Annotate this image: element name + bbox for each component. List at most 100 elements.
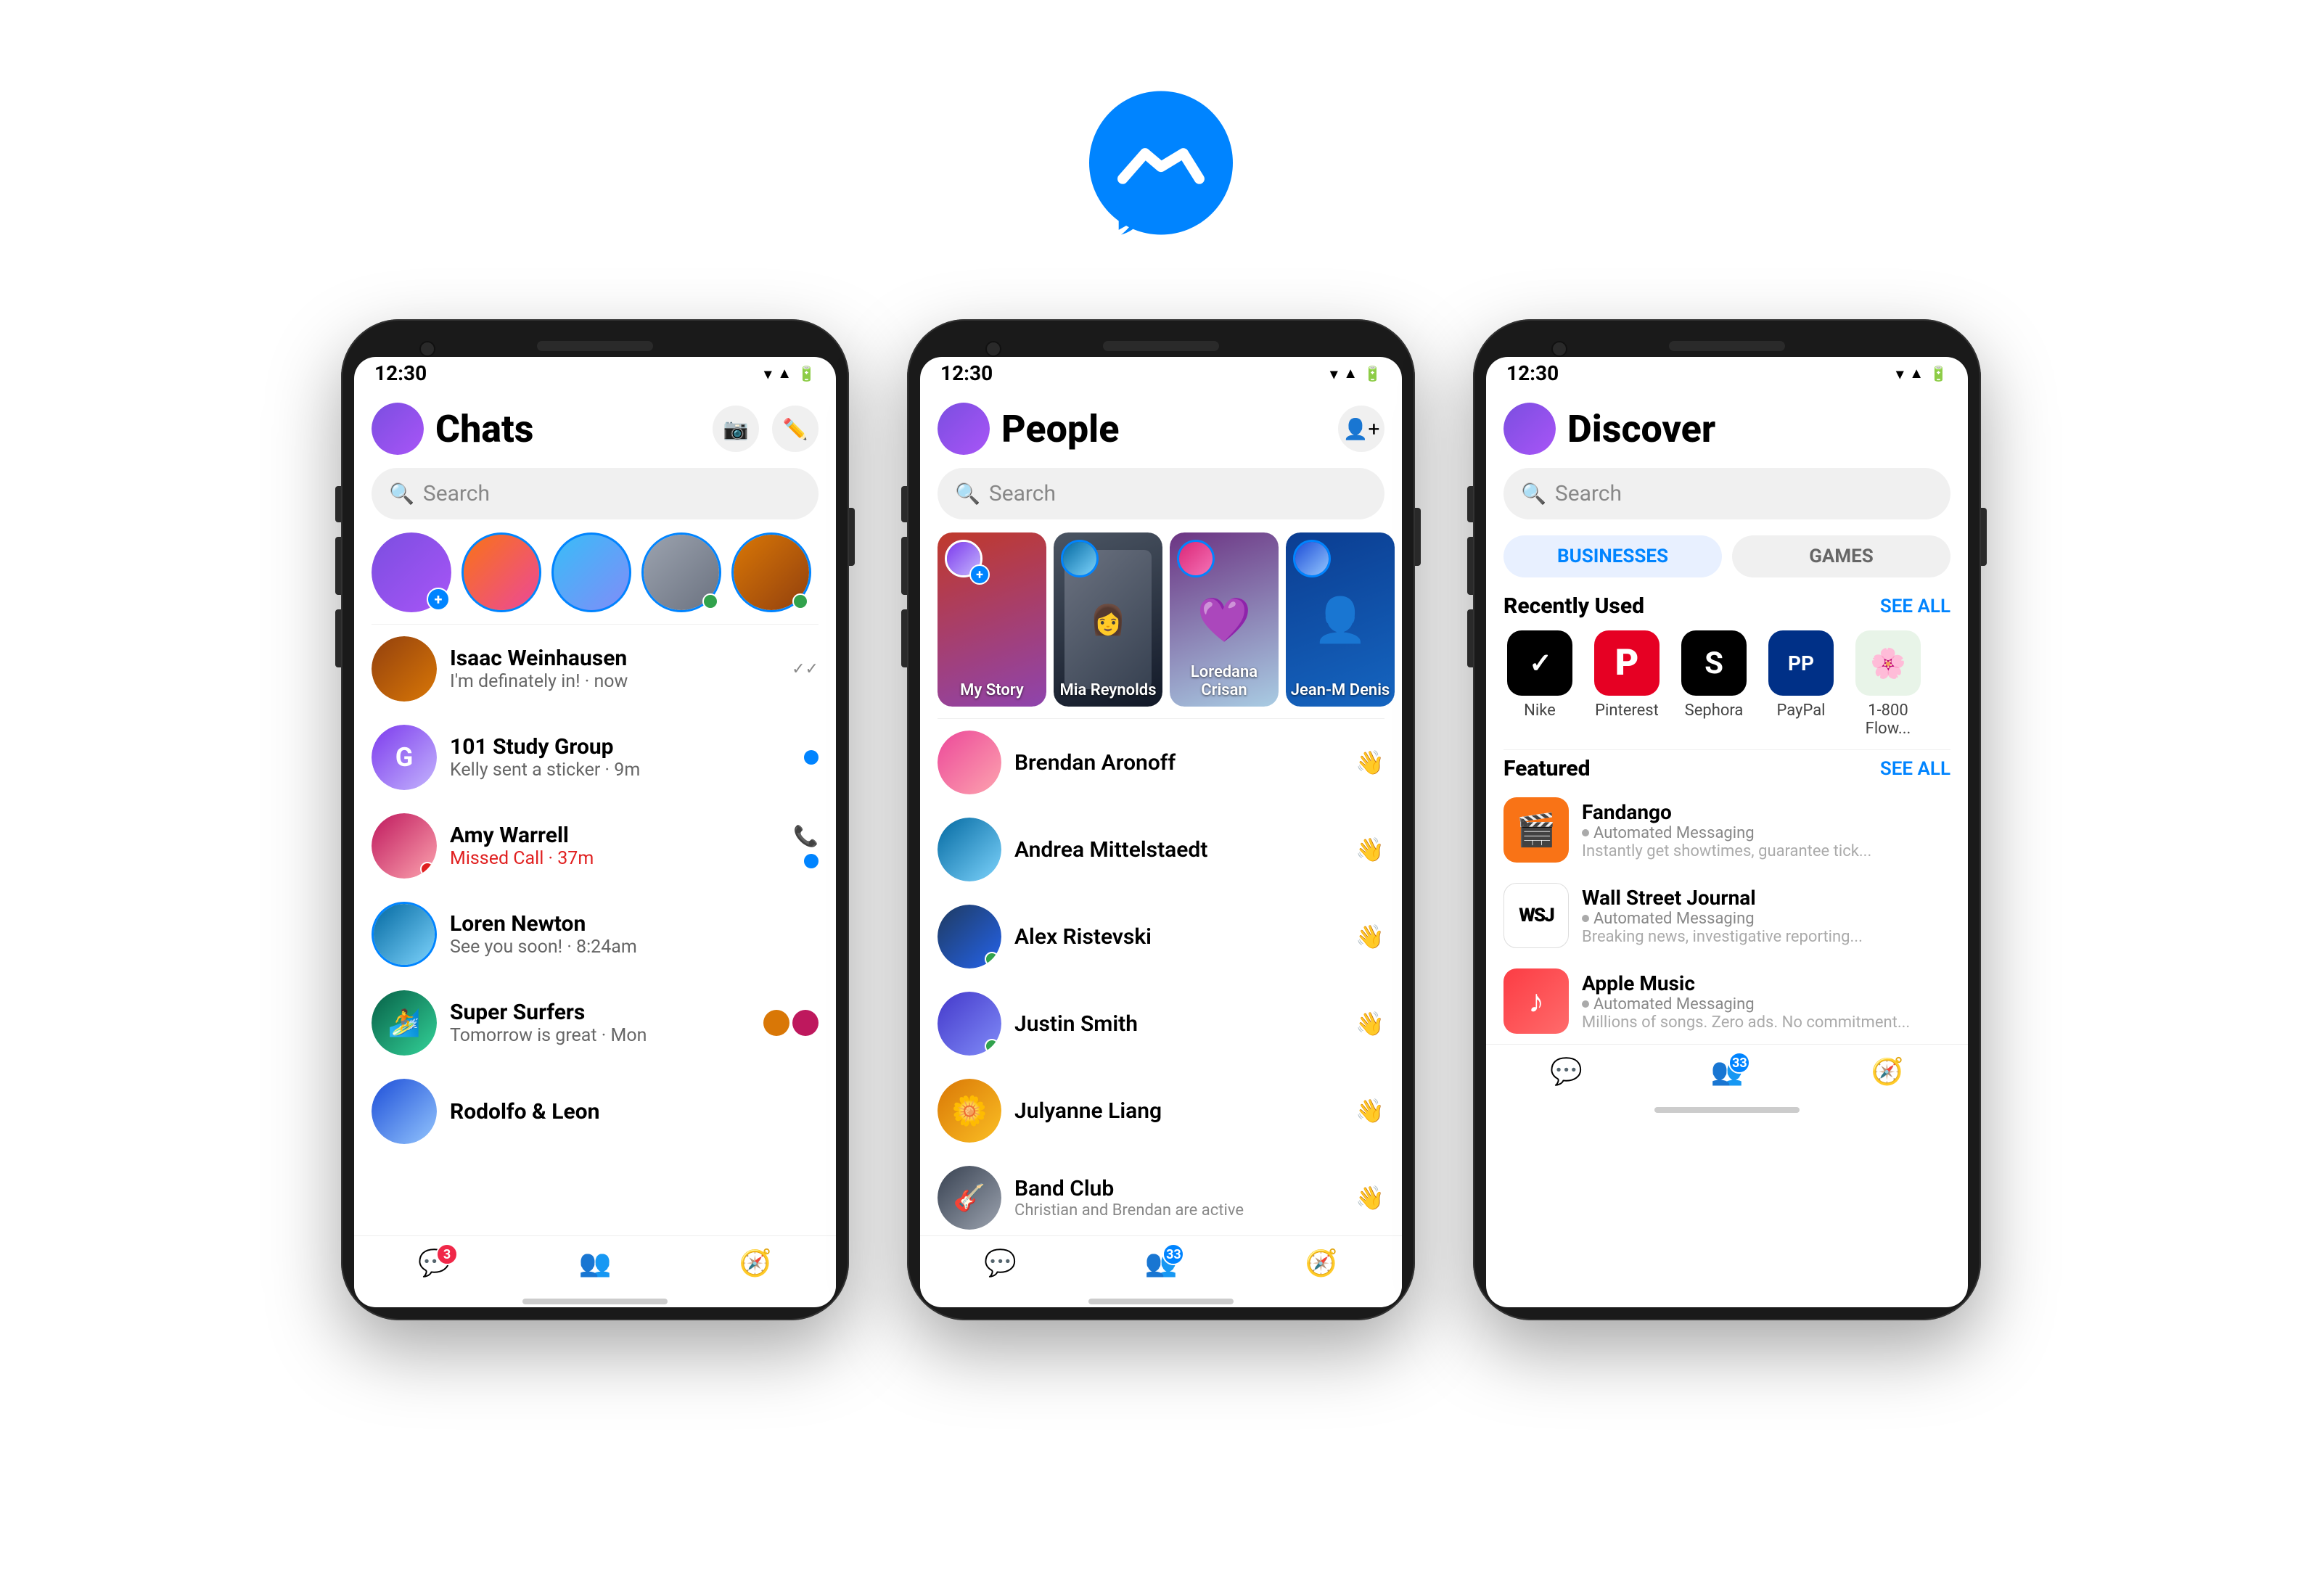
- add-friend-button[interactable]: 👤+: [1338, 406, 1384, 452]
- chat-item-isaac[interactable]: Isaac Weinhausen I'm definately in! · no…: [354, 625, 836, 713]
- search-icon-3: 🔍: [1521, 482, 1546, 506]
- app-nike[interactable]: ✓ Nike: [1503, 630, 1576, 738]
- nav-people[interactable]: 👥: [579, 1248, 612, 1278]
- avatar-alex: [938, 905, 1001, 968]
- name-andrea: Andrea Mittelstaedt: [1014, 837, 1342, 863]
- user-avatar-2[interactable]: [938, 403, 990, 455]
- phone-icon: 📞: [793, 824, 819, 848]
- nav-discover-3[interactable]: 🧭: [1871, 1056, 1904, 1087]
- my-story-card[interactable]: + My Story: [938, 532, 1046, 707]
- nav-chat-2[interactable]: 💬: [984, 1248, 1017, 1278]
- chat-avatar-rodolfo: [372, 1079, 437, 1144]
- nav-chat-3[interactable]: 💬: [1550, 1056, 1583, 1087]
- mia-story-card[interactable]: 👩 Mia Reynolds: [1054, 532, 1162, 707]
- chat-item-surfers[interactable]: 🏄 Super Surfers Tomorrow is great · Mon: [354, 979, 836, 1067]
- people-item-brendan[interactable]: Brendan Aronoff 👋: [920, 719, 1402, 806]
- story-item-2[interactable]: [551, 532, 631, 612]
- chat-name-loren: Loren Newton: [450, 911, 819, 937]
- recently-used-see-all[interactable]: SEE ALL: [1880, 596, 1950, 617]
- people-item-band[interactable]: 🎸 Band Club Christian and Brendan are ac…: [920, 1154, 1402, 1235]
- chat-info-isaac: Isaac Weinhausen I'm definately in! · no…: [450, 646, 779, 692]
- chat-meta-amy: 📞: [793, 824, 819, 868]
- auto-dot: [1582, 829, 1589, 836]
- chat-nav-icon-3: 💬: [1550, 1056, 1583, 1087]
- user-avatar[interactable]: [372, 403, 424, 455]
- chat-item-amy[interactable]: Amy Warrell Missed Call · 37m 📞: [354, 802, 836, 890]
- story-item-4[interactable]: [731, 532, 811, 612]
- chats-search-bar[interactable]: 🔍 Search: [372, 468, 819, 519]
- wsj-name: Wall Street Journal: [1582, 886, 1950, 910]
- apple-music-subtitle: Automated Messaging: [1582, 995, 1950, 1013]
- chats-title: Chats: [435, 407, 713, 451]
- chat-info-loren: Loren Newton See you soon! · 8:24am: [450, 911, 819, 958]
- people-nav-icon: 👥: [579, 1248, 612, 1278]
- story-add-plus-icon: +: [427, 588, 450, 611]
- featured-apple-music[interactable]: ♪ Apple Music Automated Messaging Millio…: [1486, 958, 1968, 1044]
- featured-wsj[interactable]: WSJ Wall Street Journal Automated Messag…: [1486, 873, 1968, 958]
- camera-button[interactable]: 📷: [713, 406, 759, 452]
- jean-story-card[interactable]: 👤 Jean-M Denis: [1286, 532, 1395, 707]
- avatar-brendan: [938, 731, 1001, 794]
- chat-item-loren[interactable]: Loren Newton See you soon! · 8:24am: [354, 890, 836, 979]
- discover-search-bar[interactable]: 🔍 Search: [1503, 468, 1950, 519]
- people-list: Brendan Aronoff 👋 Andrea Mittelstaedt 👋: [920, 719, 1402, 1235]
- chat-preview-surfers: Tomorrow is great · Mon: [450, 1025, 750, 1046]
- user-avatar-3[interactable]: [1503, 403, 1556, 455]
- fandango-info: Fandango Automated Messaging Instantly g…: [1582, 800, 1950, 860]
- app-flowers[interactable]: 🌸 1-800 Flow...: [1852, 630, 1924, 738]
- wave-icon-6[interactable]: 👋: [1355, 1184, 1384, 1212]
- phone-people: 12:30 ▾ ▲ 🔋 People 👤+ 🔍: [907, 319, 1415, 1320]
- add-story-item[interactable]: +: [372, 532, 451, 612]
- chat-info-amy: Amy Warrell Missed Call · 37m: [450, 823, 780, 869]
- app-nike-name: Nike: [1524, 702, 1556, 720]
- chats-search-placeholder: Search: [423, 481, 490, 506]
- nav-people-3[interactable]: 👥 33: [1711, 1056, 1744, 1087]
- chat-preview-study: Kelly sent a sticker · 9m: [450, 760, 791, 781]
- messenger-logo-icon: [1081, 87, 1241, 247]
- stories-row: +: [354, 530, 836, 624]
- wave-icon-3[interactable]: 👋: [1355, 923, 1384, 950]
- people-bottom-nav: 💬 👥 33 🧭: [920, 1235, 1402, 1293]
- app-paypal[interactable]: PP PayPal: [1765, 630, 1837, 738]
- people-item-julyanne[interactable]: 🌼 Julyanne Liang 👋: [920, 1067, 1402, 1154]
- chats-screen: 12:30 ▾ ▲ 🔋 Chats 📷 ✏️: [354, 357, 836, 1307]
- compose-button[interactable]: ✏️: [772, 406, 819, 452]
- app-sephora[interactable]: S Sephora: [1678, 630, 1750, 738]
- signal-icon: ▲: [777, 364, 792, 382]
- story-item-3[interactable]: [641, 532, 721, 612]
- featured-fandango[interactable]: 🎬 Fandango Automated Messaging Instantly…: [1486, 787, 1968, 873]
- story-item-1[interactable]: [461, 532, 541, 612]
- people-item-justin[interactable]: Justin Smith 👋: [920, 980, 1402, 1067]
- people-item-alex[interactable]: Alex Ristevski 👋: [920, 893, 1402, 980]
- logo-section: [1081, 87, 1241, 247]
- people-item-andrea[interactable]: Andrea Mittelstaedt 👋: [920, 806, 1402, 893]
- tab-games[interactable]: GAMES: [1732, 535, 1950, 577]
- people-search-bar[interactable]: 🔍 Search: [938, 468, 1384, 519]
- signal-icon-3: ▲: [1909, 364, 1924, 382]
- nav-chats[interactable]: 💬 3: [418, 1248, 451, 1278]
- name-alex: Alex Ristevski: [1014, 924, 1342, 950]
- discover-header: Discover: [1486, 390, 1968, 462]
- wave-icon-2[interactable]: 👋: [1355, 836, 1384, 863]
- speaker-2: [1103, 341, 1219, 351]
- chat-item-rodolfo[interactable]: Rodolfo & Leon: [354, 1067, 836, 1156]
- tab-businesses[interactable]: BUSINESSES: [1503, 535, 1722, 577]
- chat-item-study[interactable]: G 101 Study Group Kelly sent a sticker ·…: [354, 713, 836, 802]
- featured-see-all[interactable]: SEE ALL: [1880, 758, 1950, 780]
- people-header: People 👤+: [920, 390, 1402, 462]
- chat-preview-loren: See you soon! · 8:24am: [450, 937, 819, 958]
- nav-discover[interactable]: 🧭: [739, 1248, 772, 1278]
- people-title: People: [1001, 407, 1338, 451]
- online-dot-alex: [985, 952, 999, 966]
- wave-icon-5[interactable]: 👋: [1355, 1097, 1384, 1124]
- loredana-story-card[interactable]: 💜 Loredana Crisan: [1170, 532, 1279, 707]
- app-pinterest[interactable]: P Pinterest: [1591, 630, 1663, 738]
- fandango-desc: Instantly get showtimes, guarantee tick.…: [1582, 842, 1950, 860]
- wave-icon-4[interactable]: 👋: [1355, 1010, 1384, 1037]
- wave-icon[interactable]: 👋: [1355, 749, 1384, 776]
- featured-title: Featured: [1503, 756, 1591, 781]
- online-dot-justin: [985, 1039, 999, 1053]
- chat-name-isaac: Isaac Weinhausen: [450, 646, 779, 671]
- nav-discover-2[interactable]: 🧭: [1305, 1248, 1338, 1278]
- nav-people-2[interactable]: 👥 33: [1145, 1248, 1178, 1278]
